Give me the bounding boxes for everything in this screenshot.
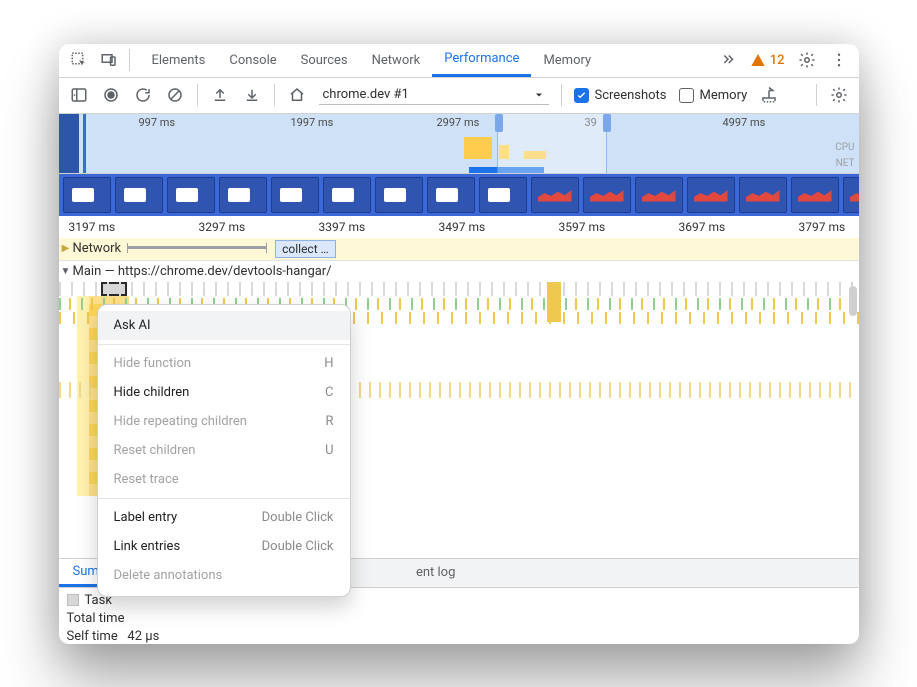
filmstrip-frame[interactable] [271, 177, 319, 213]
menu-ask-ai[interactable]: Ask AI [98, 311, 350, 340]
recording-selector[interactable]: chrome.dev #1 [319, 85, 549, 105]
issues-count: 12 [770, 53, 785, 68]
menu-label-entry[interactable]: Label entryDouble Click [98, 503, 350, 532]
ruler-tick: 3197 ms [69, 220, 116, 234]
task-color-swatch [67, 594, 79, 606]
ruler-tick: 3697 ms [679, 220, 726, 234]
details-tab-eventlog[interactable]: ent log [402, 559, 469, 587]
scrollbar-thumb[interactable] [849, 286, 857, 316]
home-icon[interactable] [287, 85, 307, 105]
clear-icon[interactable] [165, 85, 185, 105]
more-tabs-icon[interactable] [718, 50, 738, 70]
menu-delete-annotations[interactable]: Delete annotations [98, 561, 350, 590]
tab-elements[interactable]: Elements [140, 44, 218, 77]
filmstrip-frame[interactable] [323, 177, 371, 213]
tab-console[interactable]: Console [217, 44, 288, 77]
timeline-overview[interactable]: 997 ms 1997 ms 2997 ms 39 4997 ms CPU NE… [59, 114, 859, 174]
menu-link-entries[interactable]: Link entriesDouble Click [98, 532, 350, 561]
overview-tick: 997 ms [139, 116, 176, 129]
ruler-tick: 3497 ms [439, 220, 486, 234]
overview-net-label: NET [836, 158, 855, 169]
total-time-label: Total time [67, 611, 125, 626]
network-span-icon [127, 246, 267, 252]
network-track-label: Network [73, 241, 122, 256]
ruler-tick: 3797 ms [799, 220, 846, 234]
filmstrip-frame[interactable] [791, 177, 839, 213]
tab-sources[interactable]: Sources [289, 44, 360, 77]
filmstrip-frame[interactable] [479, 177, 527, 213]
filmstrip-frame[interactable] [583, 177, 631, 213]
chevron-down-icon [533, 89, 545, 101]
overview-handle-left[interactable] [495, 114, 503, 132]
context-menu: Ask AI Hide functionH Hide childrenC Hid… [97, 304, 351, 597]
menu-hide-function[interactable]: Hide functionH [98, 349, 350, 378]
tab-performance[interactable]: Performance [432, 44, 531, 77]
upload-icon[interactable] [210, 85, 230, 105]
issues-badge[interactable]: 12 [750, 52, 785, 68]
filmstrip-frame[interactable] [63, 177, 111, 213]
device-toolbar-icon[interactable] [99, 50, 119, 70]
self-time-label: Self time [67, 629, 118, 644]
menu-hide-repeating[interactable]: Hide repeating childrenR [98, 407, 350, 436]
perf-toolbar: chrome.dev #1 Screenshots Memory [59, 78, 859, 114]
ruler-tick: 3397 ms [319, 220, 366, 234]
record-icon[interactable] [101, 85, 121, 105]
filmstrip-frame[interactable] [115, 177, 163, 213]
disclosure-triangle-icon[interactable]: ▶ [59, 243, 73, 254]
menu-reset-trace[interactable]: Reset trace [98, 465, 350, 494]
checkbox-checked-icon [574, 88, 589, 103]
filmstrip-frame[interactable] [635, 177, 683, 213]
network-event-collect[interactable]: collect … [275, 240, 336, 258]
ruler-tick: 3297 ms [199, 220, 246, 234]
capture-settings-gear-icon[interactable] [829, 85, 849, 105]
time-ruler: 3197 ms 3297 ms 3397 ms 3497 ms 3597 ms … [59, 216, 859, 238]
filmstrip-frame[interactable] [167, 177, 215, 213]
screenshots-toggle[interactable]: Screenshots [574, 88, 667, 103]
filmstrip-frame[interactable] [531, 177, 579, 213]
main-track-label: Main — https://chrome.dev/devtools-hanga… [73, 264, 332, 279]
screenshot-filmstrip[interactable] [59, 174, 859, 216]
overview-cpu-label: CPU [835, 142, 854, 153]
inspect-icon[interactable] [69, 50, 89, 70]
gc-broom-icon[interactable] [759, 85, 779, 105]
filmstrip-frame[interactable] [739, 177, 787, 213]
disclosure-triangle-icon[interactable]: ▼ [59, 266, 73, 277]
filmstrip-frame[interactable] [843, 177, 859, 213]
tab-network[interactable]: Network [360, 44, 433, 77]
toggle-sidebar-icon[interactable] [69, 85, 89, 105]
reload-record-icon[interactable] [133, 85, 153, 105]
self-time-value: 42 µs [127, 629, 159, 644]
checkbox-empty-icon [679, 88, 694, 103]
kebab-menu-icon[interactable] [829, 50, 849, 70]
overview-handle-right[interactable] [603, 114, 611, 132]
download-icon[interactable] [242, 85, 262, 105]
overview-tick: 4997 ms [723, 116, 766, 129]
filmstrip-frame[interactable] [375, 177, 423, 213]
recording-name: chrome.dev #1 [323, 87, 409, 102]
filmstrip-frame[interactable] [687, 177, 735, 213]
menu-reset-children[interactable]: Reset childrenU [98, 436, 350, 465]
filmstrip-frame[interactable] [427, 177, 475, 213]
settings-gear-icon[interactable] [797, 50, 817, 70]
tab-memory[interactable]: Memory [531, 44, 603, 77]
ruler-tick: 3597 ms [559, 220, 606, 234]
devtools-tabbar: Elements Console Sources Network Perform… [59, 44, 859, 78]
menu-hide-children[interactable]: Hide childrenC [98, 378, 350, 407]
overview-tick: 1997 ms [291, 116, 334, 129]
filmstrip-frame[interactable] [219, 177, 267, 213]
memory-toggle[interactable]: Memory [679, 88, 748, 103]
overview-tick: 2997 ms [437, 116, 480, 129]
